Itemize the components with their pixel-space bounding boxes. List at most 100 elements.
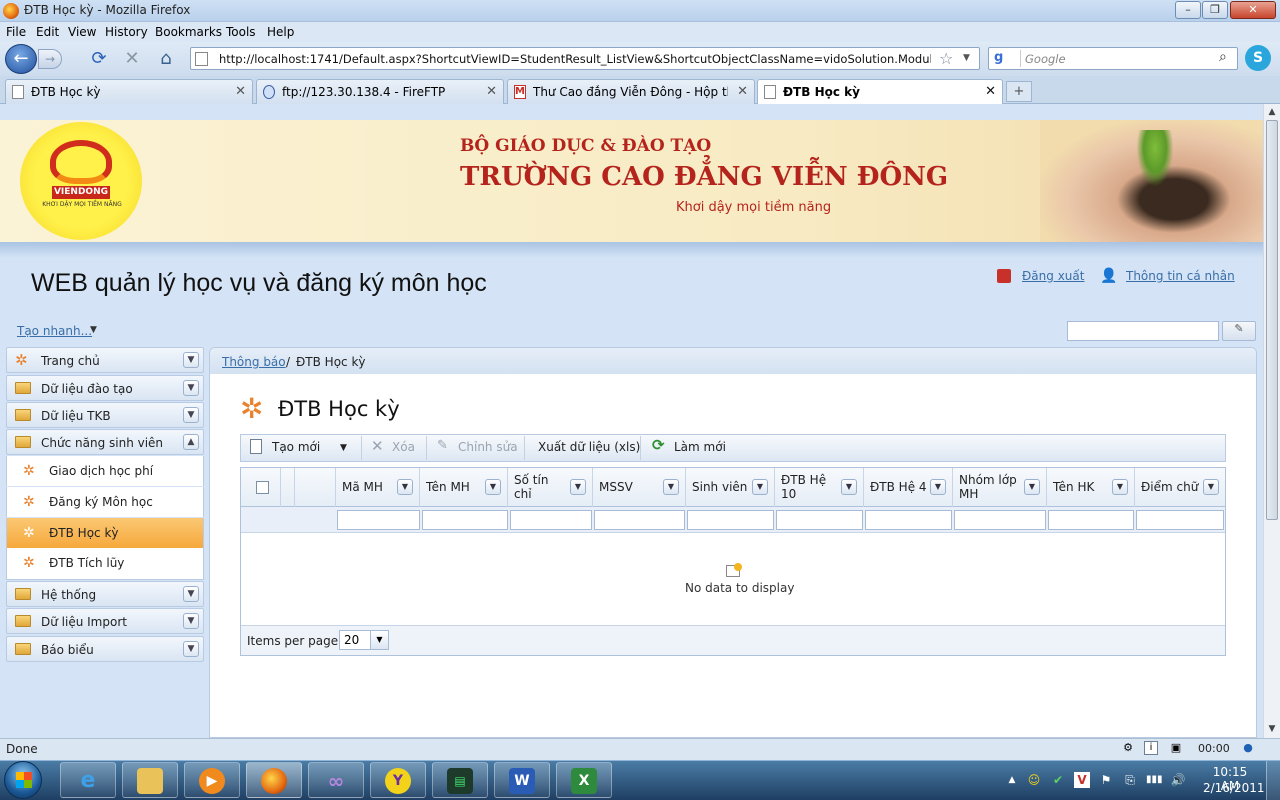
volume-icon[interactable]: 🔊	[1170, 772, 1186, 788]
column-header-student[interactable]: Sinh viên ▼	[686, 468, 775, 507]
sidebar-subitem-cumulative-gpa[interactable]: ✲ ĐTB Tích lũy	[6, 548, 204, 580]
filter-gpa-4-input[interactable]	[865, 510, 952, 530]
taskbar-task-manager[interactable]: ▤	[432, 762, 488, 798]
filter-gpa-10-input[interactable]	[776, 510, 863, 530]
google-engine-icon[interactable]: g	[991, 50, 1021, 67]
reload-icon[interactable]: ⟳	[87, 47, 111, 71]
scroll-up-icon[interactable]: ▲	[1264, 104, 1280, 120]
chevron-down-icon[interactable]: ▼	[1203, 479, 1219, 495]
export-xls-button[interactable]: Xuất dữ liệu (xls)	[538, 440, 640, 454]
filter-credits-input[interactable]	[510, 510, 592, 530]
back-button[interactable]: ←	[5, 44, 37, 74]
chevron-down-icon[interactable]: ▼	[183, 380, 199, 396]
items-per-page-select[interactable]: 20 ▼	[339, 630, 389, 650]
delete-button[interactable]: Xóa	[392, 440, 415, 454]
column-header-letter-grade[interactable]: Điểm chữ ▼	[1135, 468, 1225, 507]
sidebar-item-import-data[interactable]: Dữ liệu Import ▼	[6, 608, 204, 634]
filter-letter-grade-input[interactable]	[1136, 510, 1224, 530]
user-icon[interactable]: 👤	[1100, 268, 1117, 284]
sidebar-item-home[interactable]: ✲ Trang chủ ▼	[6, 347, 204, 373]
device-tray-icon[interactable]: ⎘	[1122, 772, 1138, 788]
menu-file[interactable]: File	[6, 25, 26, 39]
help-icon[interactable]: ●	[1240, 741, 1256, 756]
filter-course-name-input[interactable]	[422, 510, 508, 530]
chevron-down-icon[interactable]: ▼	[183, 641, 199, 657]
edit-button[interactable]: Chỉnh sửa	[458, 440, 518, 454]
menu-tools[interactable]: Tools	[226, 25, 256, 39]
taskbar-excel[interactable]: X	[556, 762, 612, 798]
maximize-button[interactable]: ❐	[1202, 1, 1228, 19]
logout-icon[interactable]	[997, 269, 1011, 283]
column-header-semester[interactable]: Tên HK ▼	[1047, 468, 1135, 507]
taskbar-explorer[interactable]	[122, 762, 178, 798]
edit-icon[interactable]: ✎	[437, 438, 448, 453]
chevron-down-icon[interactable]: ▼	[397, 479, 413, 495]
column-header-student-id[interactable]: MSSV ▼	[593, 468, 686, 507]
chevron-down-icon[interactable]: ▼	[183, 586, 199, 602]
chevron-up-icon[interactable]: ▲	[183, 434, 199, 450]
sidebar-subitem-semester-gpa[interactable]: ✲ ĐTB Học kỳ	[6, 518, 204, 548]
chevron-down-icon[interactable]: ▼	[841, 479, 857, 495]
clock-date[interactable]: 2/16/2011	[1203, 781, 1265, 795]
sidebar-item-tkb-data[interactable]: Dữ liệu TKB ▼	[6, 402, 204, 428]
minimize-button[interactable]: –	[1175, 1, 1201, 19]
column-header-class-group[interactable]: Nhóm lớp MH ▼	[953, 468, 1047, 507]
tab-close-icon[interactable]: ✕	[486, 84, 497, 99]
chevron-down-icon[interactable]: ▼	[1024, 479, 1040, 495]
delete-icon[interactable]: ✕	[371, 437, 384, 455]
quick-create-link[interactable]: Tạo nhanh...	[17, 324, 92, 338]
menu-bookmarks[interactable]: Bookmarks	[155, 25, 222, 39]
tray-expand-icon[interactable]: ▲	[1004, 772, 1020, 788]
breadcrumb-parent-link[interactable]: Thông báo	[222, 355, 286, 369]
forward-button[interactable]: →	[38, 49, 62, 69]
yahoo-tray-icon[interactable]: ☺	[1026, 772, 1042, 788]
filter-student-input[interactable]	[687, 510, 774, 530]
column-header-gpa-4[interactable]: ĐTB Hệ 4 ▼	[864, 468, 953, 507]
tab-gmail[interactable]: M Thư Cao đẳng Viễn Đông - Hộp thư... ✕	[507, 79, 755, 104]
bookmark-star-icon[interactable]: ☆	[939, 49, 953, 68]
chevron-down-icon[interactable]: ▼	[485, 479, 501, 495]
chevron-down-icon[interactable]: ▼	[1112, 479, 1128, 495]
chevron-down-icon[interactable]: ▼	[752, 479, 768, 495]
taskbar-media-player[interactable]: ▶	[184, 762, 240, 798]
new-button[interactable]: Tạo mới	[272, 440, 320, 454]
signal-tray-icon[interactable]: ▮▮▮	[1146, 772, 1163, 788]
sidebar-item-training-data[interactable]: Dữ liệu đào tạo ▼	[6, 375, 204, 401]
flag-tray-icon[interactable]: ⚑	[1098, 772, 1114, 788]
chevron-down-icon[interactable]: ▼	[340, 443, 347, 453]
tab-close-icon[interactable]: ✕	[235, 84, 246, 99]
chevron-down-icon[interactable]: ▼	[183, 352, 199, 368]
new-tab-button[interactable]: +	[1006, 81, 1032, 102]
chevron-down-icon[interactable]: ▼	[370, 631, 388, 649]
tab-dtb-hoc-ky-1[interactable]: ĐTB Học kỳ ✕	[5, 79, 253, 104]
column-header-course-code[interactable]: Mã MH ▼	[336, 468, 420, 507]
chevron-down-icon[interactable]: ▼	[183, 613, 199, 629]
antivirus-tray-icon[interactable]: V	[1074, 772, 1090, 788]
logout-link[interactable]: Đăng xuất	[1022, 269, 1084, 283]
skype-icon[interactable]: S	[1245, 45, 1271, 71]
sidebar-item-reports[interactable]: Báo biểu ▼	[6, 636, 204, 662]
refresh-icon[interactable]: ⟳	[652, 436, 665, 454]
network-icon[interactable]: ▣	[1168, 741, 1184, 756]
taskbar-yahoo-messenger[interactable]: Y	[370, 762, 426, 798]
page-search-input[interactable]	[1067, 321, 1219, 341]
filter-course-code-input[interactable]	[337, 510, 420, 530]
refresh-button[interactable]: Làm mới	[674, 440, 726, 454]
new-document-icon[interactable]	[250, 439, 262, 454]
page-scrollbar[interactable]: ▲ ▼	[1263, 104, 1280, 738]
history-dropdown-icon[interactable]: ▼	[963, 53, 970, 63]
filter-semester-input[interactable]	[1048, 510, 1134, 530]
stop-icon[interactable]: ✕	[120, 47, 144, 71]
profile-link[interactable]: Thông tin cá nhân	[1126, 269, 1235, 283]
column-header-gpa-10[interactable]: ĐTB Hệ 10 ▼	[775, 468, 864, 507]
menu-edit[interactable]: Edit	[36, 25, 59, 39]
sidebar-item-student-functions[interactable]: Chức năng sinh viên ▲	[6, 429, 204, 455]
menu-help[interactable]: Help	[267, 25, 294, 39]
sidebar-subitem-course-registration[interactable]: ✲ Đăng ký Môn học	[6, 487, 204, 517]
search-placeholder[interactable]: Google	[1025, 52, 1066, 66]
chevron-down-icon[interactable]: ▼	[183, 407, 199, 423]
scroll-down-icon[interactable]: ▼	[1264, 721, 1280, 737]
home-icon[interactable]: ⌂	[154, 47, 178, 71]
filter-class-group-input[interactable]	[954, 510, 1046, 530]
show-desktop-button[interactable]	[1266, 761, 1280, 800]
